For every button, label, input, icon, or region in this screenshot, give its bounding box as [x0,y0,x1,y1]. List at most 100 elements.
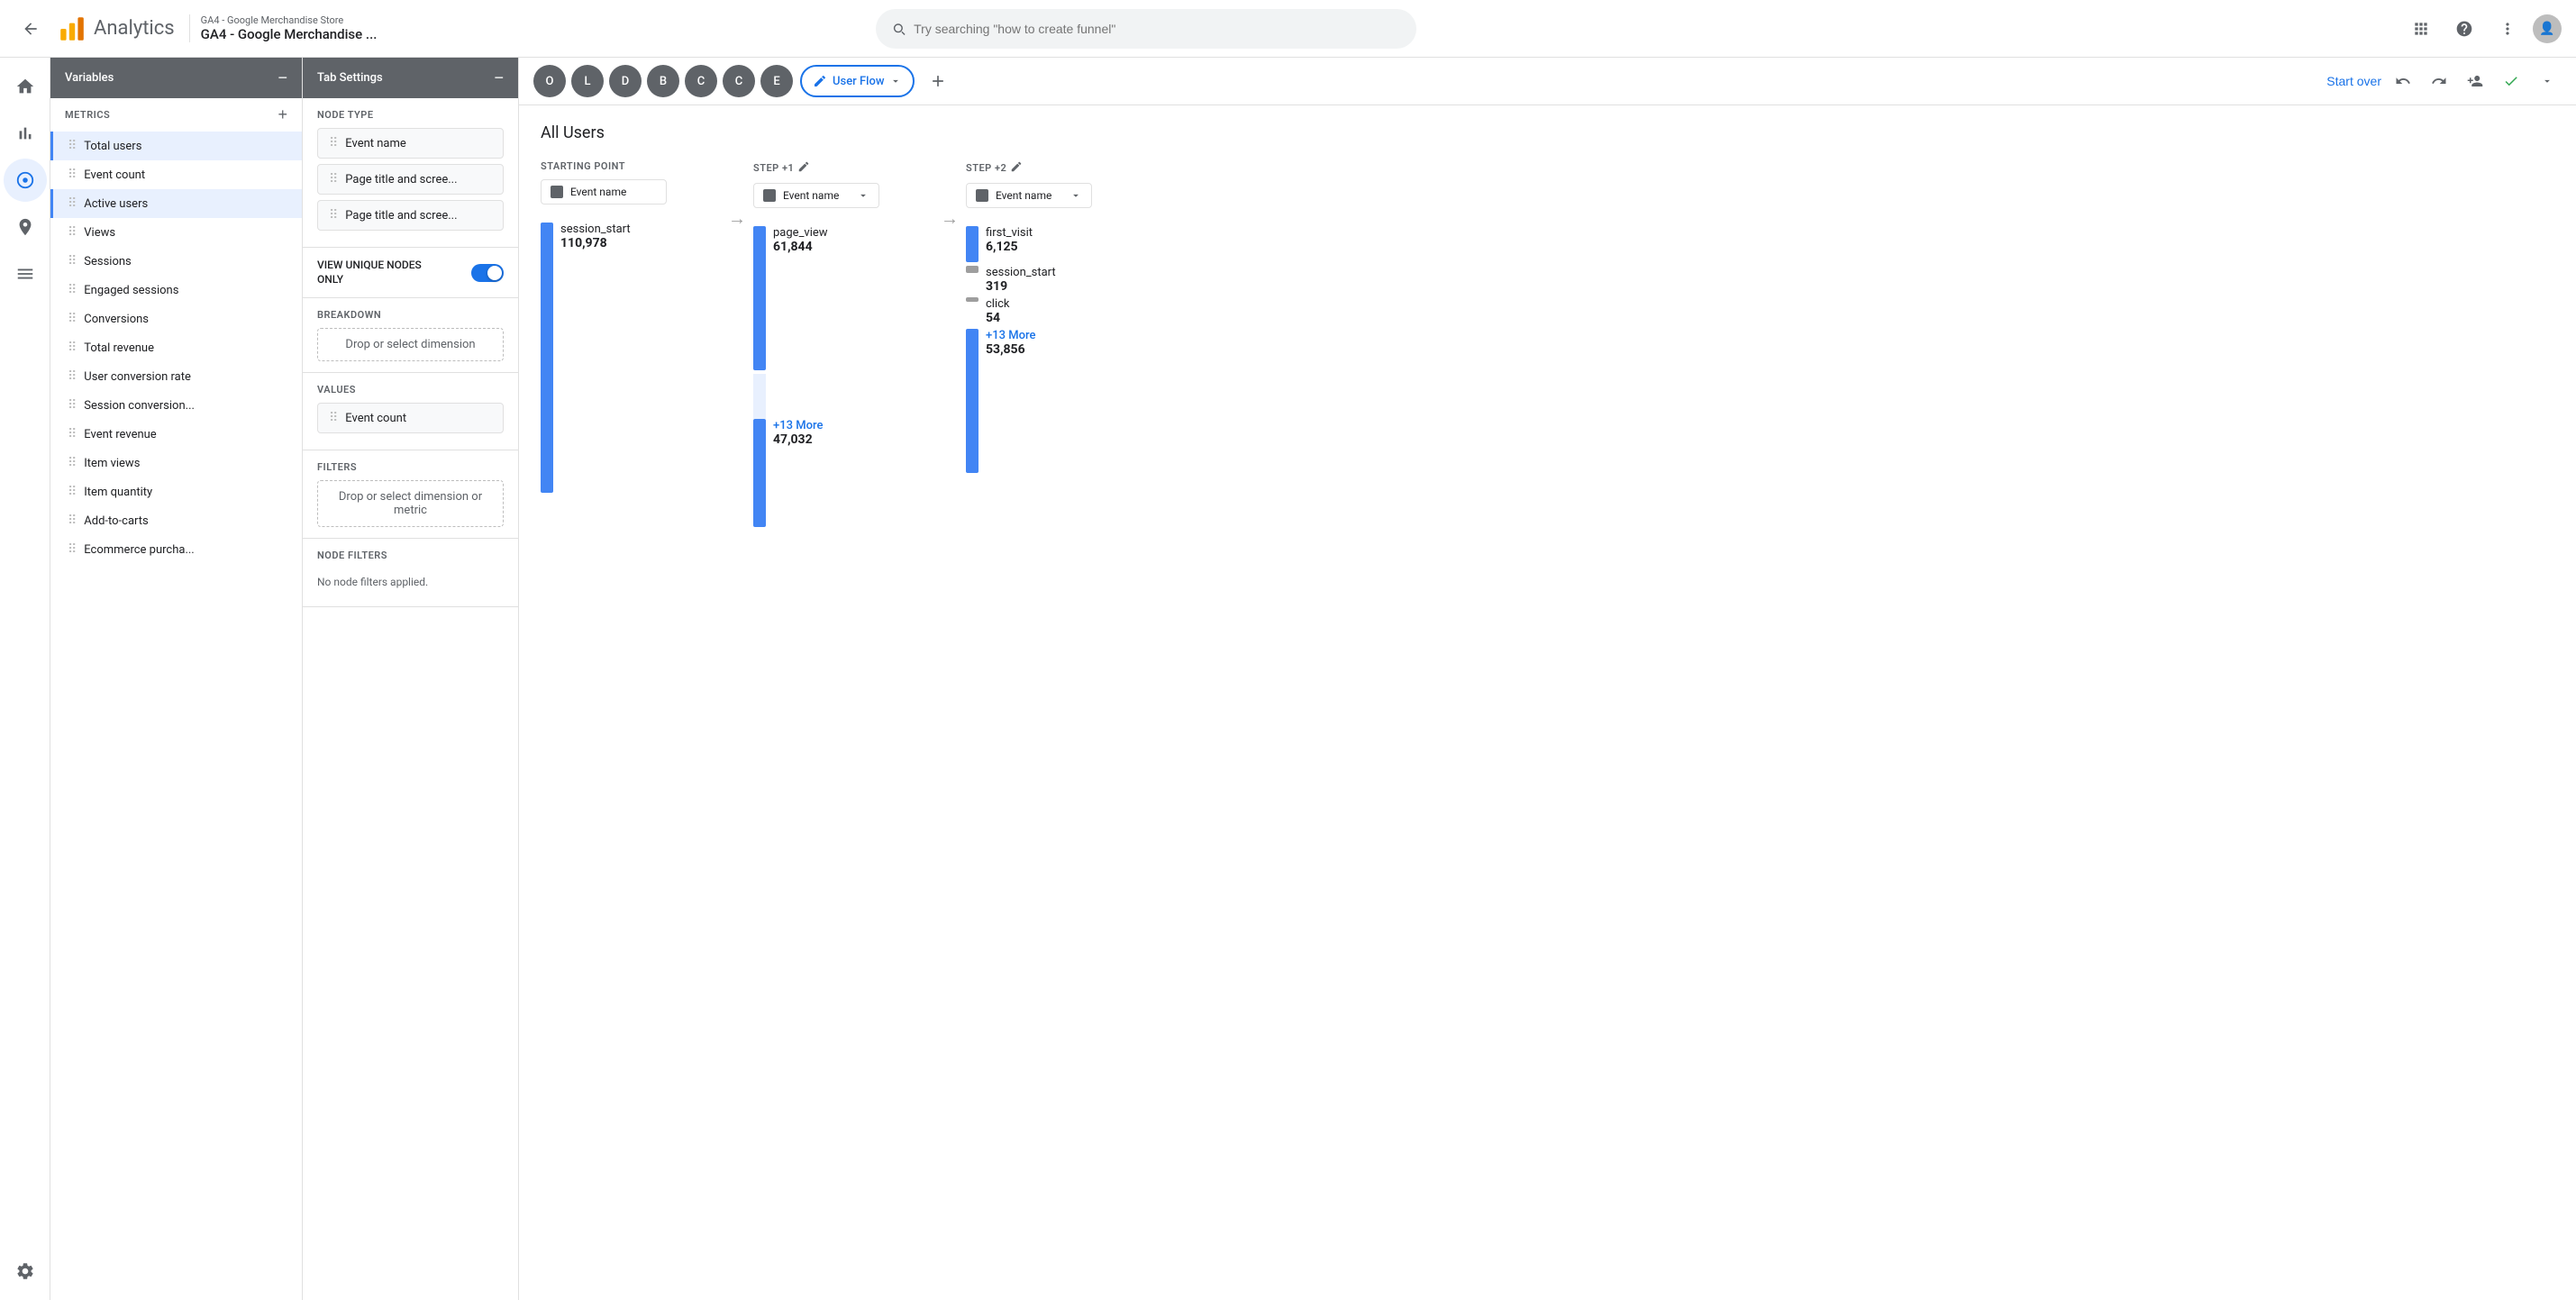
nav-configure[interactable] [4,252,47,295]
dimension-selector-step2[interactable]: Event name [966,183,1092,208]
add-tab-button[interactable] [922,65,954,97]
metric-item-6[interactable]: ⠿ Conversions [50,305,302,333]
undo-button[interactable] [2389,67,2417,95]
flow-area: All Users STARTING POINT Event name [519,105,2576,545]
metric-item-3[interactable]: ⠿ Views [50,218,302,247]
active-tab-user-flow[interactable]: User Flow [800,65,915,97]
flow-title: All Users [541,123,2554,142]
metric-item-5[interactable]: ⠿ Engaged sessions [50,276,302,305]
tab-settings-minimize[interactable]: − [494,68,504,87]
metric-label-9: Session conversion... [84,399,195,413]
nav-reports[interactable] [4,112,47,155]
step1-node-pageview: page_view 61,844 [753,226,828,370]
metric-item-1[interactable]: ⠿ Event count [50,160,302,189]
step2-name-sessstart: session_start [986,266,1056,279]
more-vert-button[interactable] [2490,11,2526,47]
step2-name-more[interactable]: +13 More [986,329,1035,342]
view-unique-toggle[interactable] [471,264,504,282]
metric-item-0[interactable]: ⠿ Total users [50,132,302,160]
help-button[interactable] [2446,11,2482,47]
apps-button[interactable] [2403,11,2439,47]
tab-circle-5[interactable]: C [723,65,755,97]
dim-label-start: Event name [570,186,626,198]
dim-icon-start [551,186,563,198]
tab-circle-3[interactable]: B [647,65,679,97]
tab-settings-panel: Tab Settings − NODE TYPE ⠿ Event name ⠿ … [303,58,519,1300]
add-user-icon [2467,73,2483,89]
values-item[interactable]: ⠿ Event count [317,403,504,433]
nav-advertising[interactable] [4,205,47,249]
metric-item-4[interactable]: ⠿ Sessions [50,247,302,276]
start-over-button[interactable]: Start over [2326,74,2381,88]
arrow-2-icon: → [941,207,959,230]
edit-step2-button[interactable] [1010,160,1023,176]
metric-drag-handle-1: ⠿ [68,168,77,182]
step2-bar-click [966,297,979,302]
nav-settings[interactable] [4,1250,47,1293]
step1-nodes: page_view 61,844 +13 More [753,226,828,527]
node-type-item-1[interactable]: ⠿ Page title and scree... [317,164,504,195]
metric-drag-handle-9: ⠿ [68,398,77,413]
user-avatar[interactable]: 👤 [2533,14,2562,43]
metric-item-2[interactable]: ⠿ Active users [50,189,302,218]
app-title: Analytics [94,17,175,40]
undo-icon [2395,73,2411,89]
col-header-start: STARTING POINT [541,160,625,172]
add-metric-button[interactable]: + [278,105,287,124]
node-type-drag-2: ⠿ [329,208,338,223]
metric-drag-handle-6: ⠿ [68,312,77,326]
nav-explore[interactable] [4,159,47,202]
values-drag-handle: ⠿ [329,411,338,425]
back-button[interactable] [14,13,47,45]
tab-circle-6[interactable]: E [760,65,793,97]
metric-item-12[interactable]: ⠿ Item quantity [50,477,302,506]
metric-label-4: Sessions [84,255,132,268]
metric-label-11: Item views [84,457,140,470]
edit-step1-button[interactable] [797,160,810,176]
metric-drag-handle-11: ⠿ [68,456,77,470]
tab-circle-4[interactable]: C [685,65,717,97]
step1-name-more[interactable]: +13 More [773,419,823,432]
step2-name-click: click [986,297,1010,311]
view-unique-section: VIEW UNIQUE NODES ONLY [303,248,518,298]
col-header-step2: STEP +2 [966,160,1023,176]
filters-drop-zone[interactable]: Drop or select dimension or metric [317,480,504,527]
add-user-button[interactable] [2461,67,2490,95]
expand-button[interactable] [2533,67,2562,95]
step2-nodes: first_visit 6,125 session_start 319 [966,226,1056,477]
check-button[interactable] [2497,67,2526,95]
metric-item-13[interactable]: ⠿ Add-to-carts [50,506,302,535]
nav-home[interactable] [4,65,47,108]
search-input[interactable] [914,22,1401,36]
dimension-selector-step1[interactable]: Event name [753,183,879,208]
search-bar[interactable] [876,9,1416,49]
node-type-item-2[interactable]: ⠿ Page title and scree... [317,200,504,231]
metric-item-11[interactable]: ⠿ Item views [50,449,302,477]
breakdown-drop-zone[interactable]: Drop or select dimension [317,328,504,361]
metric-item-8[interactable]: ⠿ User conversion rate [50,362,302,391]
redo-button[interactable] [2425,67,2453,95]
step2-node-sessstart: session_start 319 [966,266,1056,294]
arrow-2: → [941,160,959,230]
tab-circle-0[interactable]: O [533,65,566,97]
step2-node-click: click 54 [966,297,1056,325]
metric-label-6: Conversions [84,313,149,326]
metric-item-10[interactable]: ⠿ Event revenue [50,420,302,449]
metric-item-14[interactable]: ⠿ Ecommerce purcha... [50,535,302,564]
col-header-step1: STEP +1 [753,160,810,176]
values-section: VALUES ⠿ Event count [303,373,518,450]
no-filters-label: No node filters applied. [317,568,504,595]
step2-node-more: +13 More 53,856 [966,329,1056,473]
metric-item-9[interactable]: ⠿ Session conversion... [50,391,302,420]
variables-panel-minimize[interactable]: − [278,68,287,87]
tab-circle-2[interactable]: D [609,65,642,97]
metrics-section-header: METRICS + [50,98,302,132]
metric-item-7[interactable]: ⠿ Total revenue [50,333,302,362]
step2-value-sessstart: 319 [986,279,1056,294]
tab-circle-1[interactable]: L [571,65,604,97]
node-type-item-0[interactable]: ⠿ Event name [317,128,504,159]
dim-label-step1: Event name [783,189,839,202]
metric-drag-handle-5: ⠿ [68,283,77,297]
metrics-label: METRICS [65,109,110,121]
dimension-selector-start[interactable]: Event name [541,179,667,205]
